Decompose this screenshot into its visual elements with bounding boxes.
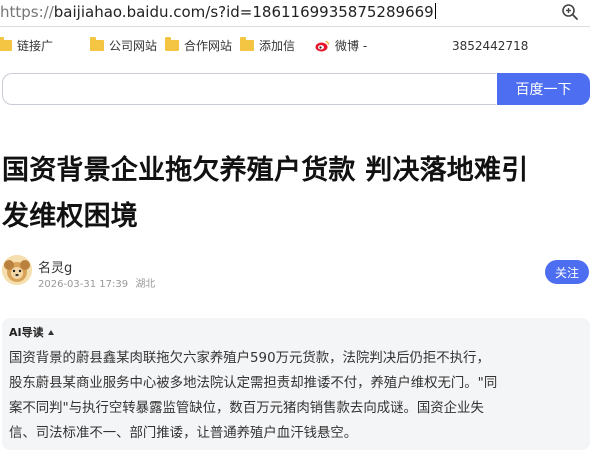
ai-summary-line: 信、司法标准不一、部门推诿，让普通养殖户血汗钱悬空。 xyxy=(9,426,358,441)
bookmarks-bar: 链接广 公司网站 合作网站 添加信 微博 - 3852442718 xyxy=(0,27,590,63)
publish-date: 2026-03-31 17:39 xyxy=(38,279,129,290)
follow-button[interactable]: 关注 xyxy=(545,260,589,284)
ai-summary-line: 国资背景的蔚县鑫某肉联拖欠六家养殖户590万元货款，法院判决后仍拒不执行， xyxy=(9,351,490,366)
avatar[interactable] xyxy=(2,255,32,285)
url-scheme: https:// xyxy=(0,3,54,21)
bookmark-folder-add[interactable]: 添加信 xyxy=(240,36,296,53)
bookmark-weibo[interactable]: 微博 - xyxy=(315,37,367,53)
ai-summary-line: 案不同判"与执行空转暴露监管缺位，数百万元猪肉销售款去向成谜。国资企业失 xyxy=(9,401,484,416)
zoom-in-icon[interactable] xyxy=(560,2,580,22)
ai-summary-toggle[interactable]: AI导读 xyxy=(9,324,54,340)
bookmark-label: 链接广 xyxy=(17,38,54,53)
url-text[interactable]: https://baijiahao.baidu.com/s?id=1861169… xyxy=(0,3,436,21)
bookmark-folder-company[interactable]: 公司网站 xyxy=(90,36,158,53)
article-title: 国资背景企业拖欠养殖户货款 判决落地难引 发维权困境 xyxy=(2,148,588,240)
address-bar[interactable]: https://baijiahao.baidu.com/s?id=1861169… xyxy=(0,0,590,27)
author-name[interactable]: 名灵g xyxy=(38,257,72,276)
folder-icon xyxy=(90,36,104,51)
ai-summary-line: 股东蔚县某商业服务中心被多地法院认定需担责却推诿不付，养殖户维权无门。"同 xyxy=(9,376,498,391)
bookmark-label: 合作网站 xyxy=(184,38,233,53)
search-button[interactable]: 百度一下 xyxy=(497,73,590,105)
bookmark-label: 公司网站 xyxy=(109,38,158,53)
weibo-icon xyxy=(315,39,330,52)
bookmark-folder-partners[interactable]: 合作网站 xyxy=(165,36,233,53)
bookmark-folder-links[interactable]: 链接广 xyxy=(0,36,54,53)
article-title-line: 国资背景企业拖欠养殖户货款 判决落地难引 xyxy=(2,155,529,186)
search-input[interactable] xyxy=(2,73,496,105)
text-caret xyxy=(434,3,436,19)
folder-icon xyxy=(165,36,179,51)
article-title-line: 发维权困境 xyxy=(2,201,138,232)
ai-summary-heading: AI导读 xyxy=(9,326,44,339)
url-host-path: baijiahao.baidu.com/s?id=186116993587528… xyxy=(53,3,434,21)
collapse-caret-icon xyxy=(47,329,54,335)
folder-icon xyxy=(0,36,12,51)
bookmark-label: 添加信 xyxy=(259,38,296,53)
author-meta: 2026-03-31 17:39 湖北 xyxy=(38,275,155,290)
publish-location: 湖北 xyxy=(135,279,156,290)
search-row: 百度一下 xyxy=(0,73,590,107)
bookmark-label: 微博 - xyxy=(335,38,368,53)
bookmark-phone-text[interactable]: 3852442718 xyxy=(452,39,528,53)
folder-icon xyxy=(240,36,254,51)
ai-summary-text: 国资背景的蔚县鑫某肉联拖欠六家养殖户590万元货款，法院判决后仍拒不执行， 股东… xyxy=(9,346,581,446)
